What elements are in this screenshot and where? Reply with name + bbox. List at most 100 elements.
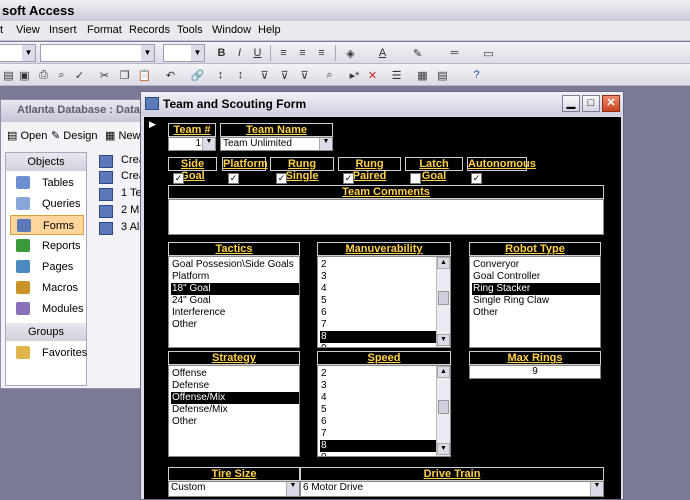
align-center-icon[interactable]: ≡ bbox=[294, 45, 311, 61]
list-row[interactable]: 7 bbox=[320, 428, 436, 440]
list-row[interactable]: 24" Goal bbox=[171, 295, 299, 307]
autonomous-checkbox[interactable]: ✓ bbox=[471, 173, 482, 184]
font-color-icon[interactable]: A bbox=[374, 45, 391, 61]
team-name-combo[interactable]: Team Unlimited ▼ bbox=[220, 137, 333, 151]
special-effect-icon[interactable]: ▭ bbox=[480, 45, 497, 61]
design-button[interactable]: ✎ Design bbox=[51, 129, 98, 142]
list-row[interactable]: Defense/Mix bbox=[171, 404, 299, 416]
list-row[interactable]: 9 bbox=[320, 343, 436, 347]
fill-color-icon[interactable]: ◈ bbox=[342, 45, 359, 61]
view-icon[interactable]: ▤ bbox=[0, 67, 17, 83]
list-row[interactable]: Defense bbox=[171, 380, 299, 392]
close-button[interactable]: ✕ bbox=[602, 95, 620, 112]
font-size-combo[interactable]: ▼ bbox=[163, 44, 205, 62]
italic-icon[interactable]: I bbox=[231, 45, 248, 61]
list-row-selected[interactable]: 18" Goal bbox=[171, 283, 299, 295]
object-macros[interactable]: Macros bbox=[10, 278, 84, 298]
list-row[interactable]: Other bbox=[171, 319, 299, 331]
list-row[interactable]: 2 bbox=[320, 368, 436, 380]
object-combo[interactable]: ▼ bbox=[0, 44, 36, 62]
apply-filter-icon[interactable]: ⊽ bbox=[296, 67, 313, 83]
list-row[interactable]: 9 bbox=[320, 452, 436, 456]
list-row-selected[interactable]: 8 bbox=[320, 331, 436, 343]
underline-icon[interactable]: U bbox=[249, 45, 266, 61]
scrollbar[interactable]: ▲ ▼ bbox=[436, 257, 450, 347]
delete-record-icon[interactable]: ✕ bbox=[364, 67, 381, 83]
open-button[interactable]: ▤ Open bbox=[7, 129, 47, 142]
object-modules[interactable]: Modules bbox=[10, 299, 84, 319]
list-row[interactable]: Offense bbox=[171, 368, 299, 380]
spelling-icon[interactable]: ✓ bbox=[71, 67, 88, 83]
paste-icon[interactable]: 📋 bbox=[136, 67, 153, 83]
sort-ascending-icon[interactable]: ↕ bbox=[212, 67, 229, 83]
record-selector[interactable]: ▶ bbox=[147, 117, 157, 131]
properties-icon[interactable]: ☰ bbox=[388, 67, 405, 83]
menu-format[interactable]: Format bbox=[87, 24, 122, 36]
menu-edit[interactable]: t bbox=[0, 24, 3, 36]
list-row[interactable]: 5 bbox=[320, 295, 436, 307]
list-row[interactable]: 3 bbox=[320, 271, 436, 283]
scroll-thumb[interactable] bbox=[438, 400, 449, 414]
scroll-down-icon[interactable]: ▼ bbox=[437, 443, 450, 455]
list-row[interactable]: Single Ring Claw bbox=[472, 295, 600, 307]
minimize-button[interactable]: ▁ bbox=[562, 95, 580, 112]
line-color-icon[interactable]: ✎ bbox=[409, 45, 426, 61]
cut-icon[interactable]: ✂ bbox=[96, 67, 113, 83]
database-window-icon[interactable]: ▦ bbox=[414, 67, 431, 83]
scroll-up-icon[interactable]: ▲ bbox=[437, 366, 450, 378]
manuverability-listbox[interactable]: 2 3 4 5 6 7 8 9 ▲ ▼ bbox=[317, 256, 451, 348]
menu-tools[interactable]: Tools bbox=[177, 24, 203, 36]
list-row[interactable]: 7 bbox=[320, 319, 436, 331]
list-row[interactable]: Platform bbox=[171, 271, 299, 283]
print-icon[interactable]: ⎙ bbox=[35, 67, 52, 83]
list-row-selected[interactable]: 8 bbox=[320, 440, 436, 452]
new-button[interactable]: ▦ New bbox=[105, 129, 140, 142]
chevron-down-icon[interactable]: ▼ bbox=[286, 482, 299, 496]
latch-goal-checkbox[interactable] bbox=[410, 173, 421, 184]
print-preview-icon[interactable]: ⌕ bbox=[53, 67, 70, 83]
object-pages[interactable]: Pages bbox=[10, 257, 84, 277]
rung-paired-checkbox[interactable]: ✓ bbox=[343, 173, 354, 184]
copy-icon[interactable]: ❐ bbox=[116, 67, 133, 83]
team-comments-textarea[interactable] bbox=[168, 199, 604, 235]
group-favorites[interactable]: Favorites bbox=[10, 343, 87, 363]
scroll-down-icon[interactable]: ▼ bbox=[437, 334, 450, 346]
menu-records[interactable]: Records bbox=[129, 24, 170, 36]
find-icon[interactable]: ⌕ bbox=[321, 67, 338, 83]
save-icon[interactable]: ▣ bbox=[16, 67, 33, 83]
list-row[interactable]: Interference bbox=[171, 307, 299, 319]
hyperlink-icon[interactable]: 🔗 bbox=[189, 67, 206, 83]
sort-descending-icon[interactable]: ↕ bbox=[232, 67, 249, 83]
font-name-combo[interactable]: ▼ bbox=[40, 44, 155, 62]
list-row[interactable]: 4 bbox=[320, 392, 436, 404]
list-row[interactable]: 5 bbox=[320, 404, 436, 416]
tire-size-combo[interactable]: Custom ▼ bbox=[168, 481, 300, 497]
object-queries[interactable]: Queries bbox=[10, 194, 84, 214]
line-width-icon[interactable]: ═ bbox=[446, 45, 463, 61]
undo-icon[interactable]: ↶ bbox=[162, 67, 179, 83]
align-left-icon[interactable]: ≡ bbox=[275, 45, 292, 61]
chevron-down-icon[interactable]: ▼ bbox=[202, 138, 215, 150]
object-tables[interactable]: Tables bbox=[10, 173, 84, 193]
strategy-listbox[interactable]: Offense Defense Offense/Mix Defense/Mix … bbox=[168, 365, 300, 457]
speed-listbox[interactable]: 2 3 4 5 6 7 8 9 ▲ ▼ bbox=[317, 365, 451, 457]
chevron-down-icon[interactable]: ▼ bbox=[319, 138, 332, 150]
list-row[interactable]: 3 bbox=[320, 380, 436, 392]
help-icon[interactable]: ? bbox=[468, 67, 485, 83]
menu-window[interactable]: Window bbox=[212, 24, 251, 36]
rung-single-checkbox[interactable]: ✓ bbox=[276, 173, 287, 184]
list-row[interactable]: 2 bbox=[320, 259, 436, 271]
robot-type-listbox[interactable]: Converyor Goal Controller Ring Stacker S… bbox=[469, 256, 601, 348]
menu-help[interactable]: Help bbox=[258, 24, 281, 36]
list-row[interactable]: 4 bbox=[320, 283, 436, 295]
bold-icon[interactable]: B bbox=[213, 45, 230, 61]
menu-insert[interactable]: Insert bbox=[49, 24, 77, 36]
new-record-icon[interactable]: ▸* bbox=[346, 67, 363, 83]
object-reports[interactable]: Reports bbox=[10, 236, 84, 256]
side-goal-checkbox[interactable]: ✓ bbox=[173, 173, 184, 184]
filter-by-selection-icon[interactable]: ⊽ bbox=[256, 67, 273, 83]
scroll-thumb[interactable] bbox=[438, 291, 449, 305]
list-row[interactable]: Other bbox=[472, 307, 600, 319]
scrollbar[interactable]: ▲ ▼ bbox=[436, 366, 450, 456]
scroll-up-icon[interactable]: ▲ bbox=[437, 257, 450, 269]
